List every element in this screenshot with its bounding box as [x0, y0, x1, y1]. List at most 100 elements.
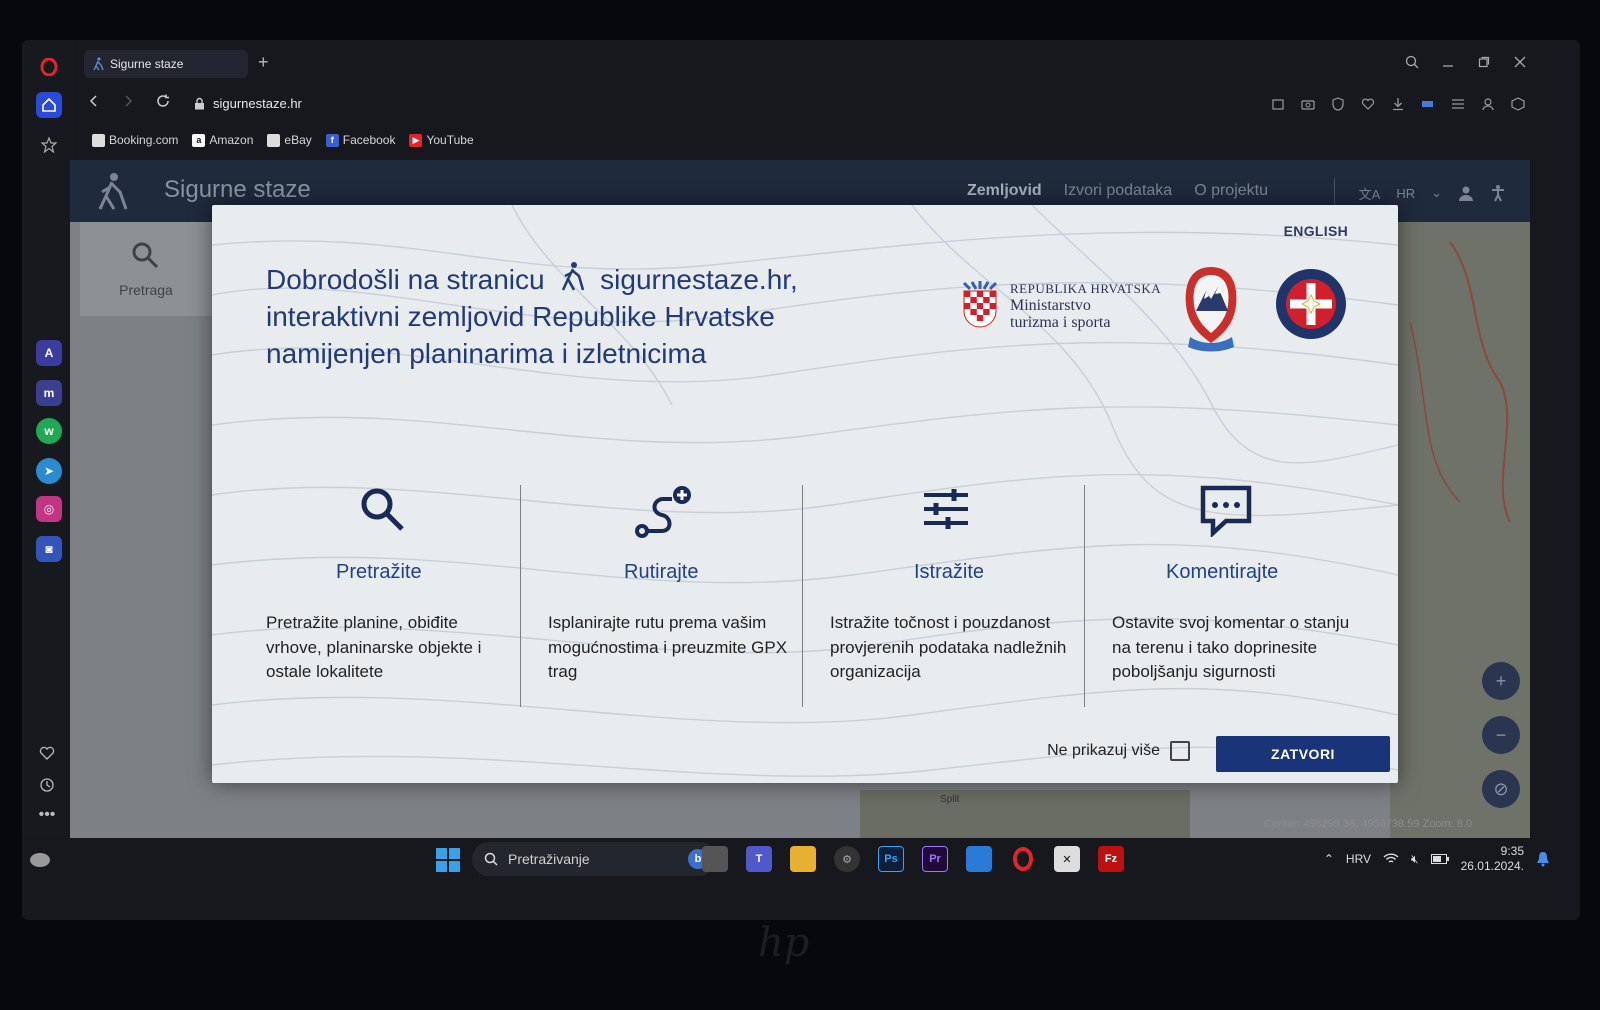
- feature-description: Istražite točnost i pouzdanost provjeren…: [830, 613, 1067, 681]
- back-icon[interactable]: [88, 94, 100, 108]
- bookmark-label: Amazon: [209, 133, 254, 147]
- wifi-icon[interactable]: [1383, 853, 1399, 865]
- new-tab-button[interactable]: +: [258, 52, 269, 73]
- telegram-icon[interactable]: ➤: [36, 458, 62, 484]
- bookmark-youtube[interactable]: ▶ YouTube: [409, 133, 474, 147]
- taskbar-search[interactable]: Pretraživanje b: [472, 842, 716, 876]
- english-language-link[interactable]: ENGLISH: [1284, 223, 1348, 239]
- cube-icon[interactable]: [1510, 96, 1526, 112]
- divider: [802, 485, 803, 707]
- search-tabs-icon[interactable]: [1404, 54, 1420, 70]
- bookmark-amazon[interactable]: a Amazon: [192, 133, 253, 147]
- zoom-out-button[interactable]: −: [1482, 716, 1520, 754]
- tab-sigurne-staze[interactable]: Sigurne staze: [84, 50, 248, 78]
- welcome-site-name: sigurnestaze.hr,: [600, 264, 798, 295]
- site-nav: Zemljovid Izvori podataka O projektu: [967, 182, 1268, 200]
- search-panel-tab[interactable]: Pretraga: [80, 222, 214, 316]
- route-add-icon: [548, 485, 828, 539]
- bookmark-ebay[interactable]: eBay: [267, 133, 312, 147]
- croatian-coat-of-arms-icon: [962, 281, 998, 329]
- opera-logo-icon[interactable]: [36, 54, 62, 80]
- locate-icon[interactable]: ⊘: [1482, 770, 1520, 808]
- forward-icon[interactable]: [122, 94, 134, 108]
- settings-icon[interactable]: ⚙: [834, 846, 860, 872]
- instagram-icon[interactable]: ◎: [36, 496, 62, 522]
- battery-saver-icon[interactable]: [1420, 96, 1436, 112]
- url-text: sigurnestaze.hr: [213, 96, 302, 111]
- heart-icon[interactable]: [36, 742, 58, 764]
- chevron-up-icon[interactable]: ⌃: [1324, 852, 1334, 866]
- feature-title: Komentirajte: [1166, 561, 1279, 583]
- photoshop-icon[interactable]: Ps: [878, 846, 904, 872]
- language-select[interactable]: HR: [1396, 186, 1415, 201]
- bookmarks-bar: Booking.com a Amazon eBay f Facebook ▶ YouT…: [92, 128, 474, 152]
- more-icon[interactable]: •••: [36, 804, 58, 826]
- welcome-heading: Dobrodošli na stranicu sigurnestaze.hr, …: [266, 261, 866, 372]
- nav-izvori-podataka[interactable]: Izvori podataka: [1064, 182, 1173, 200]
- amazon-icon: a: [192, 133, 206, 147]
- download-icon[interactable]: [1390, 96, 1406, 112]
- discord-icon[interactable]: ◙: [36, 536, 62, 562]
- file-explorer-icon[interactable]: [790, 846, 816, 872]
- messenger-icon[interactable]: m: [36, 380, 62, 406]
- bookmark-label: YouTube: [426, 133, 474, 147]
- feature-title: Istražite: [914, 561, 985, 583]
- url-field[interactable]: sigurnestaze.hr: [194, 96, 302, 111]
- ministry-logo: REPUBLIKA HRVATSKA Ministarstvo turizma …: [962, 281, 1161, 331]
- dont-show-label: Ne prikazuj više: [1047, 742, 1160, 759]
- edit-icon[interactable]: [1270, 96, 1286, 112]
- site-title[interactable]: Sigurne staze: [164, 176, 311, 204]
- site-tools: 文A HR ⌄: [1333, 178, 1506, 208]
- clock[interactable]: 9:35 26.01.2024.: [1461, 844, 1524, 874]
- home-icon[interactable]: [36, 92, 62, 118]
- input-language[interactable]: HRV: [1346, 852, 1371, 866]
- premiere-icon[interactable]: Pr: [922, 846, 948, 872]
- history-icon[interactable]: [36, 774, 58, 796]
- hiker-logo-icon: [556, 261, 588, 293]
- welcome-text-1: Dobrodošli na stranicu: [266, 264, 545, 295]
- feature-description: Pretražite planine, obiđite vrhove, plan…: [266, 613, 482, 681]
- shield-icon[interactable]: [1330, 96, 1346, 112]
- close-button[interactable]: ZATVORI: [1216, 736, 1390, 772]
- opera-taskbar-icon[interactable]: [1010, 846, 1036, 872]
- star-icon[interactable]: [36, 132, 62, 158]
- battery-icon[interactable]: [1430, 854, 1449, 864]
- remote-desktop-icon[interactable]: [966, 846, 992, 872]
- task-view-icon[interactable]: [702, 846, 728, 872]
- tab-title: Sigurne staze: [110, 57, 184, 71]
- nav-o-projektu[interactable]: O projektu: [1194, 182, 1268, 200]
- notification-bell-icon[interactable]: [1536, 851, 1550, 867]
- window-controls: [1404, 54, 1528, 70]
- restore-icon[interactable]: [1476, 54, 1492, 70]
- nav-zemljovid[interactable]: Zemljovid: [967, 182, 1042, 200]
- ministry-line-3: turizma i sporta: [1010, 314, 1111, 331]
- extension-icons: [1270, 96, 1526, 112]
- search-panel-label: Pretraga: [119, 282, 173, 298]
- profile-icon[interactable]: [1480, 96, 1496, 112]
- clock-date: 26.01.2024.: [1460, 859, 1524, 873]
- translate-icon[interactable]: 文A: [1359, 184, 1381, 203]
- minimize-icon[interactable]: [1440, 54, 1456, 70]
- reload-icon[interactable]: [156, 94, 170, 108]
- filezilla-icon[interactable]: Fz: [1098, 846, 1124, 872]
- close-window-icon[interactable]: [1512, 54, 1528, 70]
- capcut-icon[interactable]: ✕: [1054, 846, 1080, 872]
- aria-icon[interactable]: A: [36, 340, 62, 366]
- whatsapp-icon[interactable]: w: [36, 418, 62, 444]
- hiker-logo-icon[interactable]: [90, 172, 134, 212]
- weather-icon[interactable]: [28, 848, 52, 868]
- teams-icon[interactable]: T: [746, 846, 772, 872]
- dont-show-checkbox[interactable]: [1170, 741, 1190, 761]
- menu-icon[interactable]: [1450, 96, 1466, 112]
- camera-icon[interactable]: [1300, 96, 1316, 112]
- accessibility-icon[interactable]: [1490, 184, 1506, 202]
- zoom-in-button[interactable]: +: [1482, 662, 1520, 700]
- divider: [1333, 178, 1335, 208]
- heart-outline-icon[interactable]: [1360, 96, 1376, 112]
- bookmark-facebook[interactable]: f Facebook: [325, 133, 395, 147]
- user-icon[interactable]: [1458, 185, 1474, 201]
- mute-icon[interactable]: 🔇︎: [1411, 852, 1419, 867]
- search-icon: [484, 852, 498, 866]
- windows-start-icon[interactable]: [436, 848, 460, 872]
- bookmark-booking[interactable]: Booking.com: [92, 133, 178, 147]
